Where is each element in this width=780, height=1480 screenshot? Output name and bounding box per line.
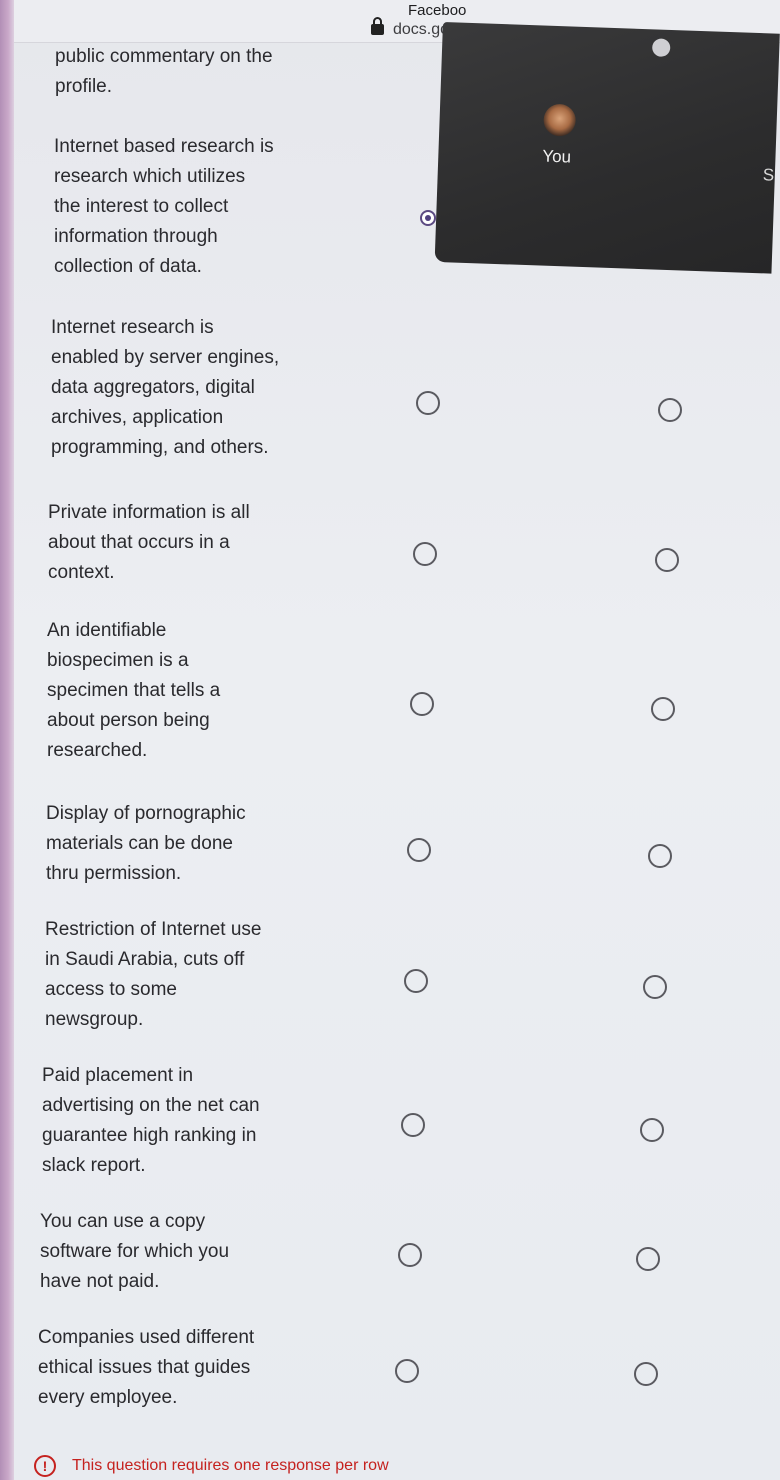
tab-title[interactable]: Faceboo bbox=[408, 2, 466, 19]
radio-option[interactable] bbox=[416, 391, 440, 415]
radio-option[interactable] bbox=[658, 398, 682, 422]
question-row-text: Display of pornographic materials can be… bbox=[46, 803, 246, 884]
radio-option[interactable] bbox=[410, 692, 434, 716]
radio-option[interactable] bbox=[404, 969, 428, 993]
video-call-overlay[interactable]: You S bbox=[434, 22, 780, 274]
participant-label: You bbox=[542, 146, 572, 167]
cropped-label: S bbox=[762, 165, 775, 185]
mic-indicator-icon[interactable] bbox=[651, 38, 671, 57]
question-row-text: Paid placement in advertising on the net… bbox=[42, 1065, 260, 1176]
question-row-text: Internet research is enabled by server e… bbox=[51, 317, 280, 458]
radio-option[interactable] bbox=[640, 1118, 664, 1142]
question-row-text: You can use a copy software for which yo… bbox=[40, 1211, 230, 1292]
radio-option[interactable] bbox=[636, 1247, 660, 1271]
radio-selected[interactable] bbox=[420, 210, 436, 226]
radio-option[interactable] bbox=[643, 975, 667, 999]
question-row-text: Private information is all about that oc… bbox=[48, 502, 250, 583]
lock-icon bbox=[371, 17, 384, 35]
radio-option[interactable] bbox=[398, 1243, 422, 1267]
radio-option[interactable] bbox=[634, 1362, 658, 1386]
question-row-text: Internet based research is research whic… bbox=[54, 136, 274, 277]
radio-option[interactable] bbox=[413, 542, 437, 566]
question-row-text: Restriction of Internet use in Saudi Ara… bbox=[45, 919, 262, 1030]
avatar bbox=[543, 103, 577, 137]
radio-option[interactable] bbox=[655, 548, 679, 572]
radio-option[interactable] bbox=[648, 844, 672, 868]
error-message: This question requires one response per … bbox=[72, 1457, 389, 1474]
question-row-text: Companies used different ethical issues … bbox=[38, 1327, 255, 1408]
radio-option[interactable] bbox=[651, 697, 675, 721]
question-row-text: An identifiable biospecimen is a specime… bbox=[47, 620, 221, 761]
left-edge-strip bbox=[0, 0, 14, 1480]
question-row-text: public commentary on the profile. bbox=[55, 46, 273, 97]
radio-option[interactable] bbox=[407, 838, 431, 862]
error-icon: ! bbox=[34, 1455, 56, 1477]
radio-option[interactable] bbox=[395, 1359, 419, 1383]
radio-option[interactable] bbox=[401, 1113, 425, 1137]
